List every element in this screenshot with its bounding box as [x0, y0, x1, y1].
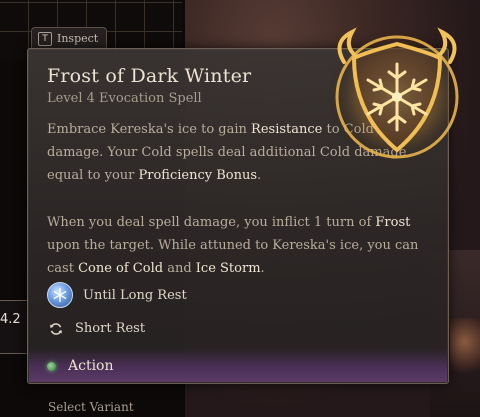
keyword-proficiency-bonus[interactable]: Proficiency Bonus [139, 168, 258, 183]
background-orb [450, 318, 480, 378]
hotbar-counter: 4.2 [0, 312, 21, 327]
key-hint: T [38, 31, 52, 46]
recharge-label: Short Rest [75, 321, 146, 336]
keyword-cone-of-cold[interactable]: Cone of Cold [78, 261, 163, 276]
select-variant-label[interactable]: Select Variant [48, 400, 134, 414]
frost-icon [47, 282, 73, 308]
desc2-part-a: When you deal spell damage, you inflict … [47, 215, 376, 230]
refresh-icon [49, 322, 63, 336]
desc2-part-g: . [260, 261, 265, 276]
recharge-row: Short Rest [47, 321, 145, 336]
duration-row: Until Long Rest [47, 282, 187, 308]
spell-subtitle: Level 4 Evocation Spell [47, 91, 202, 106]
action-dot-icon [47, 361, 56, 371]
desc2-part-e: and [163, 261, 196, 276]
snowflake-emblem-icon [322, 22, 472, 172]
desc1-part-a: Embrace Kereska's ice to gain [47, 122, 252, 137]
hotbar-slot[interactable] [0, 300, 30, 354]
inspect-label: Inspect [57, 32, 99, 45]
inspect-tab[interactable]: T Inspect [31, 27, 107, 49]
keyword-frost[interactable]: Frost [375, 215, 410, 230]
cost-row: Action [47, 358, 114, 374]
keyword-resistance[interactable]: Resistance [251, 122, 322, 137]
spell-description-2: When you deal spell damage, you inflict … [47, 211, 432, 280]
desc1-part-e: . [257, 168, 262, 183]
spell-title: Frost of Dark Winter [47, 65, 252, 87]
keyword-ice-storm[interactable]: Ice Storm [196, 261, 261, 276]
game-scene: 4.2 Select Variant T Inspect Frost of Da… [0, 0, 480, 417]
cost-label: Action [68, 358, 114, 374]
duration-label: Until Long Rest [83, 287, 187, 303]
